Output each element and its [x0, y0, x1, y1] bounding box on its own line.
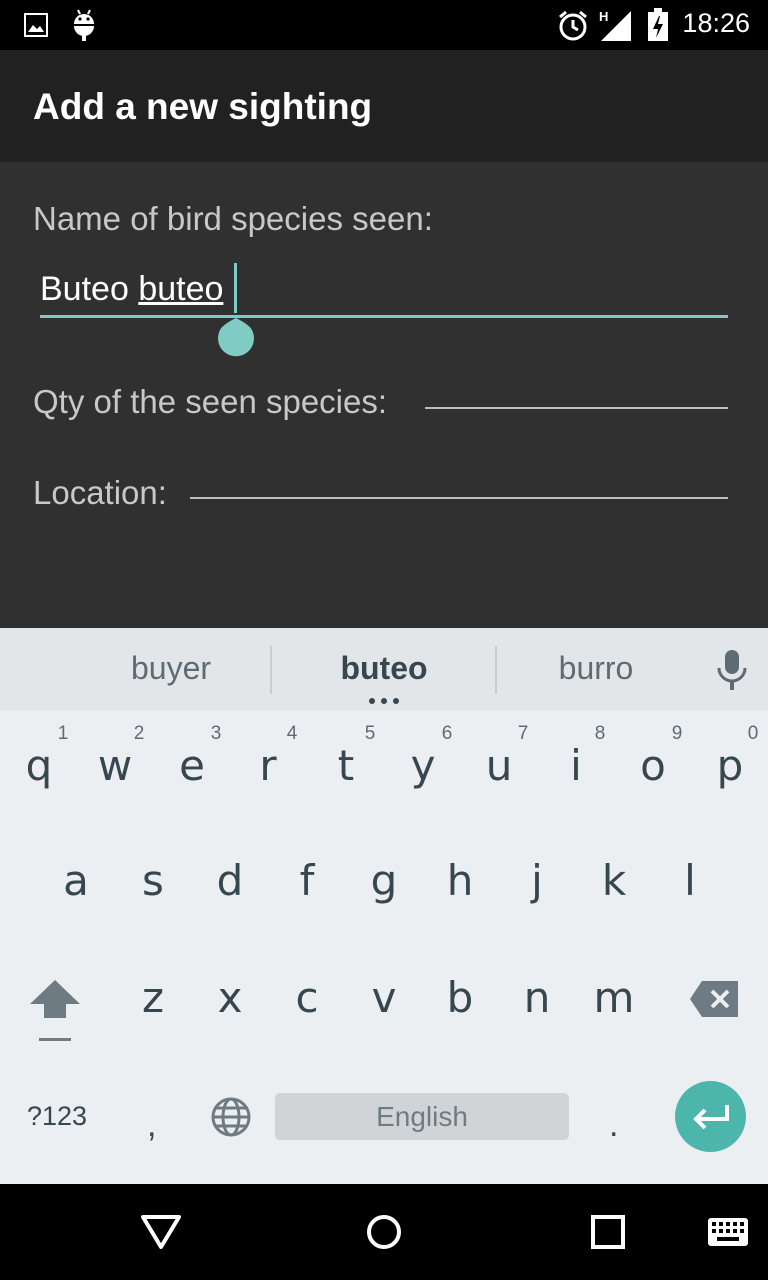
- key-g[interactable]: g: [354, 856, 414, 905]
- sighting-form: Name of bird species seen: Buteo buteo Q…: [0, 162, 768, 628]
- key-u[interactable]: u: [469, 741, 529, 790]
- keyboard-icon[interactable]: [708, 1218, 748, 1246]
- species-input-value[interactable]: Buteo buteo: [40, 270, 223, 309]
- key-a[interactable]: a: [46, 856, 106, 905]
- recents-icon[interactable]: [591, 1215, 625, 1249]
- image-icon: [24, 13, 48, 37]
- key-y[interactable]: y: [393, 741, 453, 790]
- qty-input[interactable]: [425, 407, 728, 409]
- battery-icon: [648, 8, 668, 41]
- species-input-underline: [40, 315, 728, 318]
- suggestion-2[interactable]: buteo: [284, 650, 484, 687]
- soft-keyboard: buyer buteo burro 1 q 2 w 3 e 4 r 5 t 6 …: [0, 628, 768, 1184]
- suggestion-strip: buyer buteo burro: [0, 628, 768, 710]
- globe-icon[interactable]: [210, 1096, 252, 1138]
- key-x[interactable]: x: [200, 973, 260, 1022]
- species-label: Name of bird species seen:: [33, 200, 433, 237]
- alarm-icon: [559, 10, 587, 41]
- more-suggestions-icon[interactable]: [366, 698, 402, 704]
- key-f[interactable]: f: [277, 856, 337, 905]
- key-n[interactable]: n: [507, 973, 567, 1022]
- key-h[interactable]: h: [430, 856, 490, 905]
- key-p[interactable]: p: [700, 741, 760, 790]
- key-i[interactable]: i: [546, 741, 606, 790]
- key-v[interactable]: v: [354, 973, 414, 1022]
- backspace-icon[interactable]: [690, 981, 738, 1017]
- key-w[interactable]: w: [85, 741, 145, 790]
- shift-icon[interactable]: [30, 980, 80, 1042]
- species-text: Buteo: [40, 270, 139, 308]
- space-key[interactable]: English: [275, 1093, 569, 1140]
- key-b[interactable]: b: [430, 973, 490, 1022]
- key-m[interactable]: m: [584, 973, 644, 1022]
- key-q[interactable]: q: [9, 741, 69, 790]
- key-l[interactable]: l: [660, 856, 720, 905]
- suggestion-1[interactable]: buyer: [71, 650, 271, 687]
- qty-label: Qty of the seen species:: [33, 383, 388, 420]
- key-z[interactable]: z: [123, 973, 183, 1022]
- app-bar: Add a new sighting: [0, 50, 768, 162]
- key-k[interactable]: k: [584, 856, 644, 905]
- cursor-handle-icon[interactable]: [216, 318, 256, 358]
- key-d[interactable]: d: [200, 856, 260, 905]
- back-icon[interactable]: [140, 1214, 182, 1250]
- period-key[interactable]: .: [609, 1106, 618, 1145]
- enter-key[interactable]: [675, 1081, 746, 1152]
- status-bar: H 18:26: [0, 0, 768, 50]
- key-j[interactable]: j: [507, 856, 567, 905]
- signal-icon: [601, 11, 631, 41]
- android-icon: [74, 9, 94, 41]
- symbols-key[interactable]: ?123: [27, 1101, 87, 1132]
- suggestion-divider: [270, 646, 272, 694]
- navigation-bar: [0, 1184, 768, 1280]
- key-o[interactable]: o: [623, 741, 683, 790]
- microphone-icon[interactable]: [716, 648, 748, 692]
- location-label: Location:: [33, 474, 167, 511]
- key-r[interactable]: r: [238, 741, 298, 790]
- key-t[interactable]: t: [316, 741, 376, 790]
- key-e[interactable]: e: [162, 741, 222, 790]
- page-title: Add a new sighting: [33, 86, 373, 127]
- key-s[interactable]: s: [123, 856, 183, 905]
- location-input[interactable]: [190, 497, 728, 499]
- comma-key[interactable]: ,: [147, 1106, 156, 1145]
- home-icon[interactable]: [366, 1214, 402, 1250]
- clock: 18:26: [682, 8, 750, 38]
- composing-word: buteo: [138, 270, 224, 308]
- suggestion-3[interactable]: burro: [496, 650, 696, 687]
- text-cursor: [234, 263, 237, 313]
- enter-icon: [693, 1105, 729, 1130]
- key-c[interactable]: c: [277, 973, 337, 1022]
